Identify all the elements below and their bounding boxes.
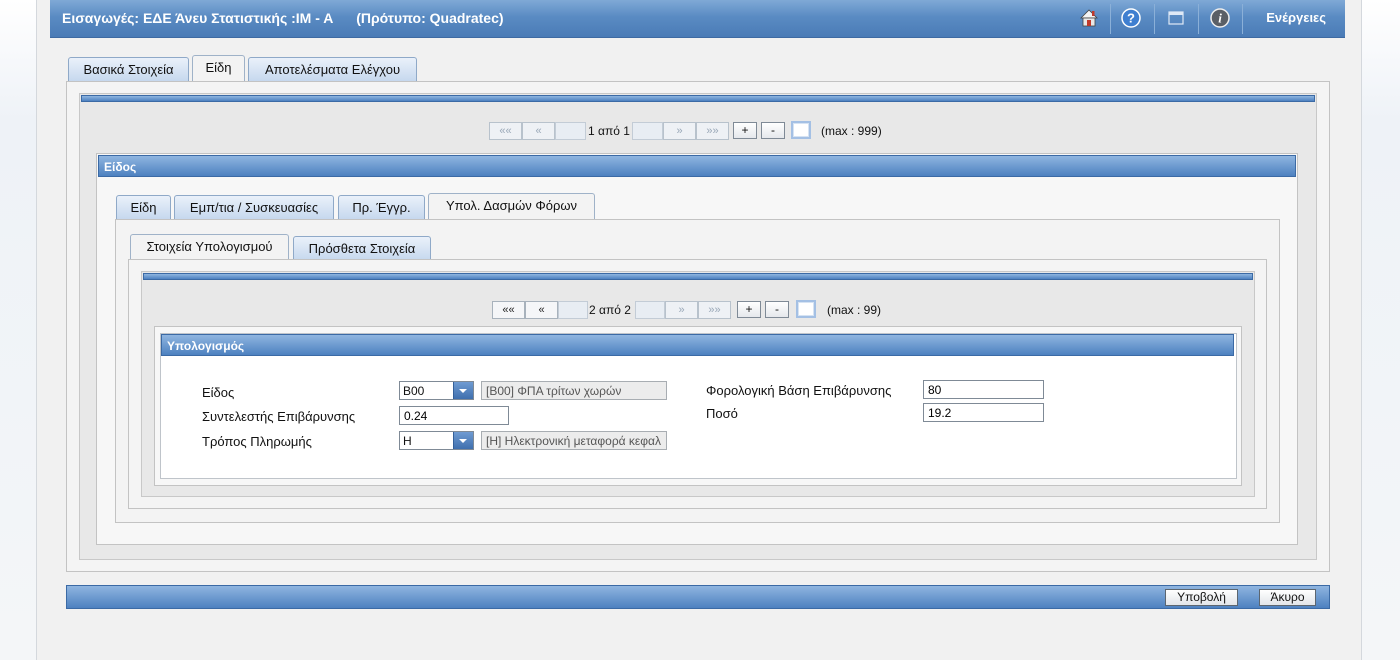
separator: [1242, 4, 1243, 34]
rate-input[interactable]: [399, 406, 509, 425]
type-description: [B00] ΦΠΑ τρίτων χωρών: [481, 381, 667, 400]
submit-button[interactable]: Υποβολή: [1165, 589, 1238, 606]
tax-base-input[interactable]: [923, 380, 1044, 399]
inner-goto-page-input[interactable]: [796, 300, 816, 318]
pager-next-button[interactable]: »: [663, 122, 696, 140]
dropdown-arrow-icon[interactable]: [453, 432, 473, 449]
tab-duty-calculation[interactable]: Υπολ. Δασμών Φόρων: [428, 193, 595, 219]
rate-label: Συντελεστής Επιβάρυνσης: [202, 409, 356, 424]
pager-box: [635, 301, 665, 319]
pager-last-button[interactable]: »»: [696, 122, 729, 140]
add-item-button[interactable]: +: [733, 122, 757, 139]
tab-containers[interactable]: Εμπ/τια / Συσκευασίες: [174, 195, 334, 219]
pager-first-button[interactable]: ««: [489, 122, 522, 140]
amount-input[interactable]: [923, 403, 1044, 422]
calc-form-header: Υπολογισμός: [161, 334, 1234, 356]
tab-calc-details[interactable]: Στοιχεία Υπολογισμού: [130, 234, 289, 260]
tab-items-sub[interactable]: Είδη: [116, 195, 171, 219]
footer-bar: [66, 585, 1330, 609]
help-icon[interactable]: ?: [1120, 7, 1142, 29]
dropdown-arrow-icon[interactable]: [453, 382, 473, 399]
payment-description: [H] Ηλεκτρονική μεταφορά κεφαλ: [481, 431, 667, 450]
amount-label: Ποσό: [706, 406, 738, 421]
remove-item-button[interactable]: -: [761, 122, 785, 139]
type-label: Είδος: [202, 385, 235, 400]
window-title: Εισαγωγές: ΕΔΕ Άνευ Στατιστικής :IM - A …: [62, 10, 504, 26]
home-icon[interactable]: [1078, 7, 1100, 29]
window-icon[interactable]: [1165, 7, 1187, 29]
calc-list-header: [143, 273, 1253, 280]
payment-label: Τρόπος Πληρωμής: [202, 434, 312, 449]
pager-box: [555, 122, 586, 140]
pager-prev-button[interactable]: «: [522, 122, 555, 140]
item-section-title: Είδος: [104, 160, 137, 174]
type-select[interactable]: B00: [399, 381, 474, 400]
tab-check-results[interactable]: Αποτελέσματα Ελέγχου: [248, 57, 417, 81]
tax-base-label: Φορολογική Βάση Επιβάρυνσης: [706, 383, 892, 398]
goto-page-input[interactable]: [791, 121, 811, 139]
pager-max-label: (max : 999): [821, 124, 882, 138]
payment-select-value: H: [403, 434, 412, 448]
actions-menu[interactable]: Ενέργειες: [1266, 10, 1326, 25]
tab-basic-info[interactable]: Βασικά Στοιχεία: [68, 57, 189, 81]
items-panel-header: [81, 95, 1315, 102]
inner-pager-last-button[interactable]: »»: [698, 301, 731, 319]
pager-box: [558, 301, 588, 319]
inner-pager-max-label: (max : 99): [827, 303, 882, 317]
title-bar: Εισαγωγές: ΕΔΕ Άνευ Στατιστικής :IM - A …: [50, 0, 1345, 38]
tab-items[interactable]: Είδη: [192, 55, 245, 81]
inner-pager-prev-button[interactable]: «: [525, 301, 558, 319]
pager-box: [632, 122, 663, 140]
type-select-value: B00: [403, 384, 425, 398]
cancel-button[interactable]: Άκυρο: [1259, 589, 1316, 606]
calc-form-title: Υπολογισμός: [167, 339, 245, 353]
separator: [1110, 4, 1111, 34]
item-section-header: Είδος: [98, 155, 1296, 177]
tab-prev-documents[interactable]: Πρ. Έγγρ.: [338, 195, 425, 219]
inner-remove-button[interactable]: -: [765, 301, 789, 318]
inner-pager-status: 2 από 2: [589, 303, 631, 317]
tab-additional-details[interactable]: Πρόσθετα Στοιχεία: [293, 236, 431, 260]
info-icon[interactable]: i: [1209, 7, 1231, 29]
separator: [1198, 4, 1199, 34]
inner-pager-first-button[interactable]: ««: [492, 301, 525, 319]
svg-text:?: ?: [1127, 11, 1135, 26]
inner-pager-next-button[interactable]: »: [665, 301, 698, 319]
payment-select[interactable]: H: [399, 431, 474, 450]
separator: [1154, 4, 1155, 34]
pager-status: 1 από 1: [588, 124, 630, 138]
inner-add-button[interactable]: +: [737, 301, 761, 318]
svg-text:i: i: [1218, 11, 1222, 26]
